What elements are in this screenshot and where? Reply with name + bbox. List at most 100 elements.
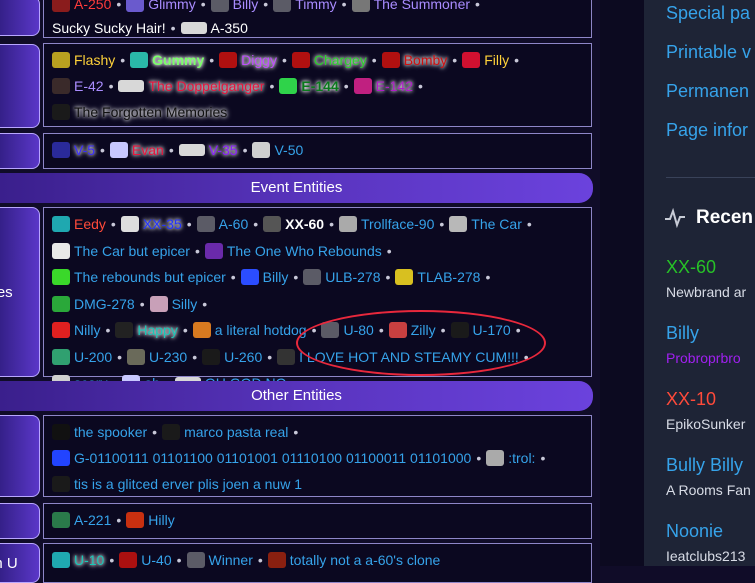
entity-item[interactable]: U-230	[127, 348, 187, 365]
entity-item[interactable]: Nilly	[52, 322, 100, 338]
entity-link[interactable]: The Doppelganger	[148, 78, 264, 94]
entity-link[interactable]: Flashy	[74, 52, 115, 68]
entity-item[interactable]: Glimmy	[126, 0, 196, 12]
entity-item[interactable]: I LOVE HOT AND STEAMY CUM!!!	[277, 348, 519, 365]
entity-link[interactable]: E-142	[376, 78, 413, 94]
entity-link[interactable]: V-35	[209, 142, 238, 158]
entity-item[interactable]: Billy	[240, 269, 289, 285]
entity-link[interactable]: A-221	[74, 512, 111, 528]
entity-item[interactable]: Timmy	[273, 0, 337, 12]
entity-link[interactable]: DMG-278	[74, 296, 135, 312]
entity-link[interactable]: Diggy	[241, 52, 277, 68]
recent-page-title[interactable]: Noonie	[666, 521, 723, 542]
entity-link[interactable]: Timmy	[295, 0, 336, 12]
entity-link[interactable]: A-350	[211, 20, 248, 36]
entity-item[interactable]: U-170	[450, 322, 511, 338]
entity-link[interactable]: V-5	[74, 142, 95, 158]
entity-item[interactable]: Flashy	[52, 52, 115, 68]
entity-item[interactable]: marco pasta real	[162, 424, 288, 440]
entity-item[interactable]: XX-60	[263, 216, 324, 232]
entity-item[interactable]: A-221	[52, 512, 111, 528]
entity-item[interactable]: V-5	[52, 142, 95, 158]
entity-link[interactable]: Glimmy	[148, 0, 195, 12]
entity-item[interactable]: E-42	[52, 78, 104, 94]
entity-link[interactable]: Sucky Sucky Hair!	[52, 20, 166, 36]
recent-page-title[interactable]: Bully Billy	[666, 455, 743, 476]
entity-link[interactable]: The rebounds but epicer	[74, 269, 226, 285]
entity-link[interactable]: U-170	[473, 322, 511, 338]
entity-link[interactable]: TLAB-278	[417, 269, 480, 285]
entity-item[interactable]: The Car	[449, 216, 522, 232]
entity-link[interactable]: XX-35	[143, 216, 182, 232]
entity-link[interactable]: Billy	[263, 269, 289, 285]
entity-item[interactable]: Gummy	[130, 52, 204, 68]
entity-item[interactable]: A-250	[52, 0, 111, 12]
entity-link[interactable]: Filly	[484, 52, 509, 68]
entity-link[interactable]: I LOVE HOT AND STEAMY CUM!!!	[299, 349, 519, 365]
entity-item[interactable]: TLAB-278	[395, 269, 480, 285]
entity-link[interactable]: Gummy	[152, 52, 204, 68]
entity-item[interactable]: G-01100111 01101100 01101001 01110100 01…	[52, 450, 471, 466]
entity-link[interactable]: Trollface-90	[361, 216, 434, 232]
entity-link[interactable]: a literal hotdog	[215, 322, 307, 338]
entity-link[interactable]: A-60	[219, 216, 249, 232]
entity-link[interactable]: U-230	[149, 349, 187, 365]
entity-item[interactable]: The Forgotten Memories	[52, 104, 227, 120]
entity-link[interactable]: Billy	[233, 0, 259, 12]
recent-editor-name[interactable]: A Rooms Fan	[666, 482, 751, 498]
entity-item[interactable]: a literal hotdog	[192, 322, 307, 338]
entity-link[interactable]: U-260	[224, 349, 262, 365]
entity-item[interactable]: Sucky Sucky Hair!	[52, 20, 166, 36]
sidebar-link-permanent[interactable]: Permanen	[666, 81, 749, 102]
entity-item[interactable]: Billy	[210, 0, 259, 12]
entity-link[interactable]: The Car but epicer	[74, 243, 190, 259]
entity-item[interactable]: Chargey	[291, 52, 367, 68]
entity-item[interactable]: U-260	[202, 348, 262, 365]
entity-item[interactable]: Hilly	[126, 512, 175, 528]
entity-item[interactable]: Zilly	[388, 322, 436, 338]
recent-editor-name[interactable]: EpikoSunker	[666, 416, 745, 432]
recent-page-title[interactable]: Billy	[666, 323, 699, 344]
entity-link[interactable]: ULB-278	[325, 269, 380, 285]
entity-item[interactable]: Filly	[462, 52, 509, 68]
entity-link[interactable]: Chargey	[314, 52, 367, 68]
entity-link[interactable]: Silly	[172, 296, 198, 312]
entity-link[interactable]: Bomby	[404, 52, 448, 68]
entity-link[interactable]: The Forgotten Memories	[74, 104, 227, 120]
entity-item[interactable]: tis is a glitced erver plis joen a nuw 1	[52, 476, 302, 492]
entity-link[interactable]: Zilly	[411, 322, 436, 338]
entity-link[interactable]: A-250	[74, 0, 111, 12]
recent-page-title[interactable]: XX-60	[666, 257, 716, 278]
entity-item[interactable]: V-35	[178, 142, 238, 158]
recent-editor-name[interactable]: Ieatclubs213	[666, 548, 745, 564]
sidebar-link-special-pages[interactable]: Special pa	[666, 3, 750, 24]
entity-link[interactable]: tis is a glitced erver plis joen a nuw 1	[74, 476, 302, 492]
entity-link[interactable]: Nilly	[74, 322, 100, 338]
entity-item[interactable]: XX-35	[120, 216, 182, 232]
entity-item[interactable]: Happy	[115, 322, 178, 338]
entity-link[interactable]: The One Who Rebounds	[227, 243, 382, 259]
entity-item[interactable]: the spooker	[52, 424, 147, 440]
entity-link[interactable]: E-144	[301, 78, 338, 94]
recent-editor-name[interactable]: Newbrand ar	[666, 284, 746, 300]
entity-item[interactable]: The Car but epicer	[52, 242, 190, 259]
entity-item[interactable]: E-142	[353, 78, 413, 94]
entity-item[interactable]: Evan	[109, 142, 164, 158]
entity-item[interactable]: Eedy	[52, 216, 106, 232]
entity-link[interactable]: the spooker	[74, 424, 147, 440]
entity-link[interactable]: The Car	[471, 216, 522, 232]
entity-link[interactable]: Eedy	[74, 216, 106, 232]
entity-item[interactable]: U-80	[321, 322, 374, 338]
entity-item[interactable]: The Doppelganger	[118, 78, 264, 94]
entity-link[interactable]: E-42	[74, 78, 104, 94]
entity-item[interactable]: ULB-278	[303, 269, 381, 285]
entity-link[interactable]: U-200	[74, 349, 112, 365]
entity-item[interactable]: The Summoner	[351, 0, 470, 12]
entity-item[interactable]: V-50	[252, 142, 303, 158]
entity-item[interactable]: A-350	[180, 20, 248, 36]
entity-item[interactable]: Trollface-90	[338, 216, 434, 232]
entity-item[interactable]: E-144	[279, 78, 339, 94]
entity-item[interactable]: U-200	[52, 348, 112, 365]
entity-item[interactable]: :trol:	[486, 450, 535, 466]
sidebar-link-page-info[interactable]: Page infor	[666, 120, 748, 141]
